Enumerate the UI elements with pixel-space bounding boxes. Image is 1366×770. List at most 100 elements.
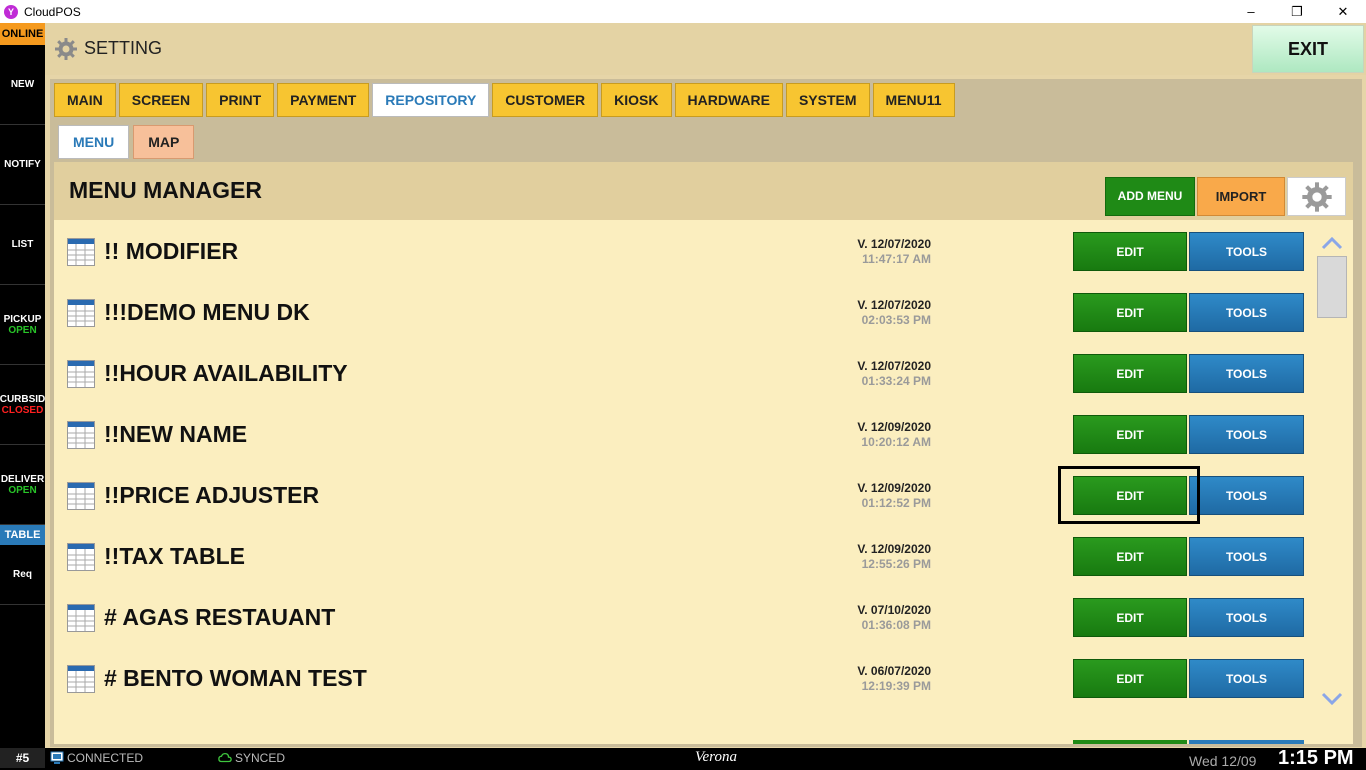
list-item: # BENTO WOMAN TEST V. 06/07/2020 12:19:39 … [54, 647, 1314, 708]
connection-status: CONNECTED [50, 751, 143, 765]
rail-item-deliver[interactable]: DELIVER OPEN [0, 445, 45, 525]
menu-manager-title: MENU MANAGER [69, 177, 262, 203]
close-button[interactable]: ✕ [1320, 0, 1366, 23]
tools-button[interactable]: TOOLS [1189, 537, 1304, 576]
tab-print[interactable]: PRINT [206, 83, 275, 117]
partial-list-item [54, 740, 1353, 744]
chevron-up-icon[interactable] [1321, 234, 1343, 252]
edit-button[interactable]: EDIT [1073, 293, 1187, 332]
tools-button[interactable]: TOOLS [1189, 354, 1304, 393]
rail-item-pickup[interactable]: PICKUP OPEN [0, 285, 45, 365]
left-rail: ONLINE NEW NOTIFY LIST PICKUP OPEN CURBSID CLO… [0, 23, 45, 748]
rail-item-table[interactable]: TABLE [0, 525, 45, 545]
add-menu-button[interactable]: ADD MENU [1105, 177, 1195, 216]
tab-screen[interactable]: SCREEN [118, 83, 204, 117]
tools-button[interactable]: TOOLS [1189, 293, 1304, 332]
cloudpos-logo-icon: Y [4, 4, 18, 19]
scrollbar-thumb[interactable] [1317, 256, 1347, 318]
version-date: V. 07/10/2020 [857, 603, 931, 617]
edit-button[interactable]: EDIT [1073, 232, 1187, 271]
version-time: 12:55:26 PM [861, 557, 931, 571]
version-time: 01:33:24 PM [861, 374, 931, 388]
rail-item-label: Req [13, 569, 32, 580]
connected-label: CONNECTED [67, 751, 144, 765]
tab-menu11[interactable]: MENU11 [872, 83, 955, 117]
rail-item-list[interactable]: LIST [0, 205, 45, 285]
version-time: 12:19:39 PM [861, 679, 931, 693]
version-date: V. 12/09/2020 [857, 420, 931, 434]
settings-panel: MAIN SCREEN PRINT PAYMENT REPOSITORY CUSTOMER… [50, 79, 1362, 747]
rail-item-req[interactable]: Req [0, 545, 45, 605]
tab-system[interactable]: SYSTEM [785, 83, 870, 117]
list-item: !! MODIFIER V. 12/07/2020 11:47:17 AM EDIT T… [54, 220, 1314, 281]
minimize-button[interactable]: – [1228, 0, 1274, 23]
table-icon [67, 238, 95, 266]
window-title: CloudPOS [24, 4, 81, 19]
menu-name: !!TAX TABLE [104, 543, 245, 569]
subtab-map[interactable]: MAP [133, 125, 195, 159]
edit-button-partial[interactable] [1073, 740, 1187, 744]
table-icon [67, 604, 95, 632]
tools-button-partial[interactable] [1189, 740, 1304, 744]
rail-item-label: DELIVER [0, 473, 45, 485]
rail-item-notify[interactable]: NOTIFY [0, 125, 45, 205]
table-icon [67, 482, 95, 510]
tab-repository[interactable]: REPOSITORY [372, 83, 490, 117]
rail-item-status: OPEN [8, 484, 37, 496]
window-controls: – ❐ ✕ [1228, 0, 1366, 23]
tools-button[interactable]: TOOLS [1189, 415, 1304, 454]
subtab-menu[interactable]: MENU [58, 125, 130, 159]
version-time: 01:36:08 PM [861, 618, 931, 632]
edit-button[interactable]: EDIT [1073, 598, 1187, 637]
sync-status: SYNCED [218, 751, 285, 765]
rail-item-label: CURBSID [0, 393, 45, 405]
edit-button[interactable]: EDIT [1073, 354, 1187, 393]
menu-version: V. 12/09/2020 01:12:52 PM [851, 481, 931, 511]
tab-customer[interactable]: CUSTOMER [492, 83, 599, 117]
tab-main[interactable]: MAIN [54, 83, 116, 117]
tools-button[interactable]: TOOLS [1189, 476, 1304, 515]
tab-hardware[interactable]: HARDWARE [674, 83, 783, 117]
menu-settings-button[interactable] [1287, 177, 1346, 216]
import-button[interactable]: IMPORT [1197, 177, 1285, 216]
rail-item-new[interactable]: NEW [0, 45, 45, 125]
list-item: !!NEW NAME V. 12/09/2020 10:20:12 AM EDIT TO… [54, 403, 1314, 464]
rail-item-label: LIST [11, 239, 34, 250]
menu-version: V. 12/07/2020 02:03:53 PM [851, 298, 931, 328]
menu-list-scrollbar[interactable] [1314, 220, 1348, 744]
main-area: SETTING EXIT MAIN SCREEN PRINT PAYMENT REPOS… [45, 23, 1366, 748]
edit-button[interactable]: EDIT [1073, 537, 1187, 576]
version-time: 01:12:52 PM [861, 496, 931, 510]
tools-button[interactable]: TOOLS [1189, 598, 1304, 637]
version-date: V. 12/07/2020 [857, 359, 931, 373]
menu-version: V. 07/10/2020 01:36:08 PM [851, 603, 931, 633]
version-date: V. 12/09/2020 [857, 542, 931, 556]
status-bar: #5 CONNECTED SYNCED Verona Wed 12/09 1:1… [0, 747, 1366, 769]
tab-kiosk[interactable]: KIOSK [601, 83, 672, 117]
menu-version: V. 12/07/2020 11:47:17 AM [851, 237, 931, 267]
synced-label: SYNCED [235, 751, 286, 765]
online-status-badge: ONLINE [0, 23, 45, 45]
edit-button[interactable]: EDIT [1073, 659, 1187, 698]
chevron-down-icon[interactable] [1321, 690, 1343, 708]
menu-version: V. 12/09/2020 12:55:26 PM [851, 542, 931, 572]
menu-list: !! MODIFIER V. 12/07/2020 11:47:17 AM EDIT T… [54, 220, 1314, 720]
exit-button[interactable]: EXIT [1252, 25, 1364, 73]
tab-payment[interactable]: PAYMENT [277, 83, 370, 117]
page-title: SETTING [84, 38, 163, 58]
rail-item-status: OPEN [8, 324, 37, 336]
edit-button[interactable]: EDIT [1073, 476, 1187, 515]
table-icon [67, 665, 95, 693]
edit-button[interactable]: EDIT [1073, 415, 1187, 454]
restore-button[interactable]: ❐ [1274, 0, 1320, 23]
tools-button[interactable]: TOOLS [1189, 659, 1304, 698]
menu-name: # BENTO WOMAN TEST [104, 665, 367, 691]
repository-subtabs: MENU MAP [58, 125, 198, 159]
tools-button[interactable]: TOOLS [1189, 232, 1304, 271]
menu-name: !!NEW NAME [104, 421, 248, 447]
rail-item-label: PICKUP [3, 313, 42, 325]
store-name: Verona [695, 749, 737, 765]
setting-header: SETTING EXIT [45, 23, 1366, 75]
list-item: # AGAS RESTAUANT V. 07/10/2020 01:36:08 PM… [54, 586, 1314, 647]
rail-item-curbsid[interactable]: CURBSID CLOSED [0, 365, 45, 445]
